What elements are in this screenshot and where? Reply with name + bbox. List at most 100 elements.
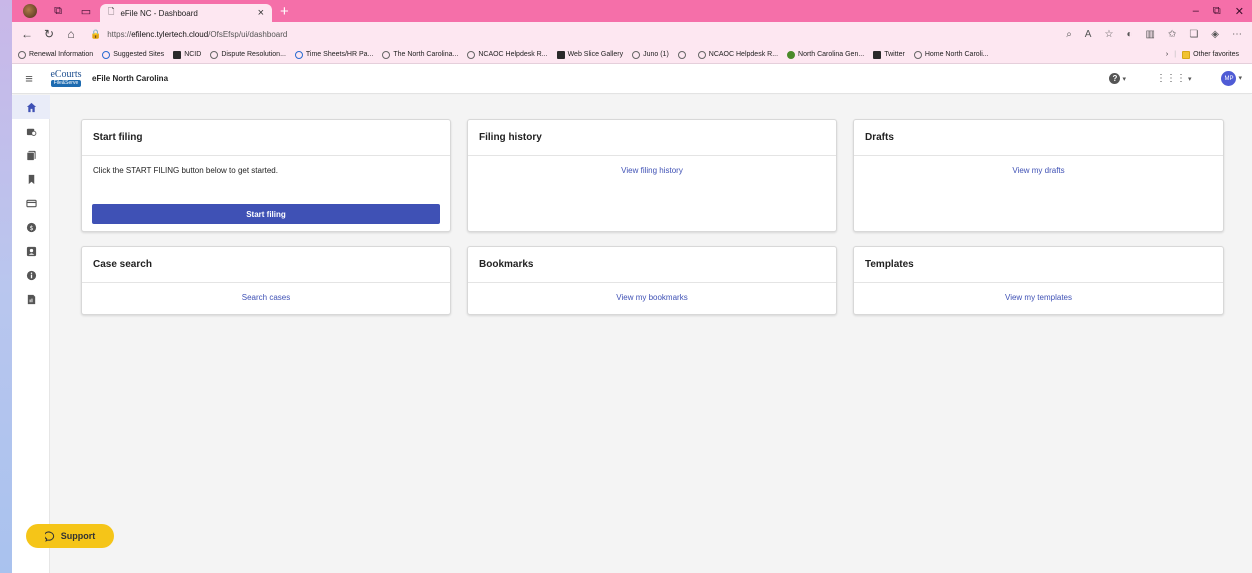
circle-icon (210, 50, 219, 59)
close-window-icon[interactable]: ✕ (1235, 5, 1244, 18)
apps-menu[interactable]: ⋮⋮⋮ ▾ (1156, 73, 1192, 84)
other-favorites[interactable]: Other favorites (1182, 50, 1239, 59)
favorite-item[interactable]: Time Sheets/HR Pa... (294, 50, 373, 59)
card-title: Case search (82, 247, 450, 283)
tab-title: eFile NC - Dashboard (120, 8, 198, 18)
support-label: Support (60, 531, 96, 541)
collections-icon[interactable]: ❏ (1189, 29, 1198, 40)
favorite-item[interactable]: Juno (1) (632, 50, 669, 59)
url-field[interactable]: 🔒 https:// efilenc.tylertech.cloud /OfsE… (90, 29, 287, 40)
user-menu[interactable]: MP ▾ (1221, 71, 1242, 86)
page-icon (677, 50, 686, 59)
sidebar-item-home[interactable] (12, 95, 50, 119)
sidebar-item-fees[interactable]: $ (12, 215, 50, 239)
sidebar-item-reports[interactable] (12, 287, 50, 311)
new-tab-icon[interactable]: + (280, 3, 289, 20)
view-drafts-link[interactable]: View my drafts (854, 166, 1223, 175)
favorite-item[interactable]: NCAOC Helpdesk R... (467, 50, 548, 59)
menu-icon[interactable]: ≡ (12, 71, 46, 86)
restore-icon[interactable]: ⧉ (1213, 5, 1221, 18)
chat-bubble-icon (44, 530, 54, 542)
favorite-item[interactable]: Home North Caroli... (913, 50, 989, 59)
favorite-label: Suggested Sites (113, 51, 165, 58)
minimize-icon[interactable]: – (1193, 5, 1199, 18)
svg-text:$: $ (29, 223, 33, 231)
close-tab-icon[interactable]: × (258, 7, 264, 19)
favorite-item[interactable]: Web Slice Gallery (556, 50, 624, 59)
support-button[interactable]: Support (26, 524, 114, 548)
favorite-item[interactable]: Suggested Sites (102, 50, 165, 59)
favorite-item[interactable]: NCID (173, 50, 202, 59)
favorite-label: Twitter (884, 51, 905, 58)
nc-icon (173, 50, 182, 59)
card-description: Click the START FILING button below to g… (93, 166, 278, 175)
chevron-down-icon: ▾ (1238, 74, 1242, 82)
home-icon[interactable]: ⌂ (60, 27, 82, 41)
folder-icon (1182, 50, 1191, 59)
copilot-icon[interactable]: ◈ (1211, 29, 1219, 40)
favorite-item[interactable]: Renewal Information (18, 50, 93, 59)
home-icon (26, 102, 36, 112)
favorites-bar-right: › | Other favorites (1166, 50, 1252, 59)
search-cases-link[interactable]: Search cases (82, 293, 450, 302)
help-menu[interactable]: ? ▾ (1109, 73, 1126, 84)
ecourts-logo[interactable]: eCourts File&Serve (48, 70, 84, 87)
workspaces-icon[interactable]: ⧉ (50, 3, 66, 19)
favorite-label: Juno (1) (643, 51, 669, 58)
slice-icon (556, 50, 565, 59)
card-title: Start filing (82, 120, 450, 156)
favorites-icon[interactable]: ✩ (1168, 29, 1176, 40)
read-aloud-icon[interactable]: A (1085, 29, 1092, 40)
brand-title: eFile North Carolina (92, 74, 169, 83)
favorite-label: Web Slice Gallery (567, 51, 624, 58)
address-bar-row: ← ↻ ⌂ 🔒 https:// efilenc.tylertech.cloud… (12, 22, 1252, 46)
circle-icon (697, 50, 706, 59)
profile-icon[interactable] (22, 3, 38, 19)
split-screen-icon[interactable]: ▥ (1145, 29, 1154, 40)
circle-icon (467, 50, 476, 59)
view-filing-history-link[interactable]: View filing history (468, 166, 836, 175)
other-favorites-label: Other favorites (1193, 51, 1239, 58)
card-title: Bookmarks (468, 247, 836, 283)
sidebar-item-case-search[interactable] (12, 119, 50, 143)
search-page-icon[interactable]: ⌕ (1066, 29, 1072, 40)
favorite-item[interactable] (677, 50, 689, 59)
view-bookmarks-link[interactable]: View my bookmarks (468, 293, 836, 302)
favorite-label: NCAOC Helpdesk R... (478, 51, 548, 58)
favorite-item[interactable]: The North Carolina... (382, 50, 458, 59)
favorite-label: Dispute Resolution... (221, 51, 286, 58)
chevron-right-icon[interactable]: › (1166, 51, 1168, 58)
refresh-icon[interactable]: ↻ (38, 27, 60, 41)
help-icon: ? (1109, 73, 1121, 84)
more-icon[interactable]: ⋯ (1232, 29, 1242, 40)
card-title: Drafts (854, 120, 1223, 156)
documents-icon (26, 150, 36, 161)
sidebar-item-filings[interactable] (12, 143, 50, 167)
back-icon[interactable]: ← (16, 27, 38, 41)
favorite-item[interactable]: Twitter (873, 50, 905, 59)
sidebar-item-bookmarks[interactable] (12, 167, 50, 191)
sidebar-item-payments[interactable] (12, 191, 50, 215)
window-controls: – ⧉ ✕ (1193, 5, 1252, 18)
favorite-item[interactable]: NCAOC Helpdesk R... (697, 50, 778, 59)
nc-logo-icon (913, 50, 922, 59)
favorite-star-icon[interactable]: ☆ (1104, 29, 1113, 40)
extension-icon[interactable]: ◐ (1126, 29, 1132, 40)
favorite-item[interactable]: Dispute Resolution... (210, 50, 286, 59)
page-icon: 🗋 (108, 7, 115, 16)
sidebar-item-info[interactable] (12, 263, 50, 287)
favorite-item[interactable]: North Carolina Gen... (787, 50, 864, 59)
lock-icon[interactable]: 🔒 (90, 29, 101, 40)
view-templates-link[interactable]: View my templates (854, 293, 1223, 302)
card-title: Filing history (468, 120, 836, 156)
tab-active[interactable]: 🗋 eFile NC - Dashboard × (100, 4, 272, 22)
favorite-label: NCID (184, 51, 202, 58)
browser-window: ⧉ ▭ 🗋 eFile NC - Dashboard × + – ⧉ ✕ ← ↻… (12, 0, 1252, 573)
tt-icon (294, 50, 303, 59)
favorite-label: Home North Caroli... (924, 51, 989, 58)
card-title: Templates (854, 247, 1223, 283)
tab-actions-icon[interactable]: ▭ (78, 3, 94, 19)
start-filing-button[interactable]: Start filing (92, 204, 440, 224)
tab-strip: ⧉ ▭ 🗋 eFile NC - Dashboard × + – ⧉ ✕ (12, 0, 1252, 22)
sidebar-item-contacts[interactable] (12, 239, 50, 263)
